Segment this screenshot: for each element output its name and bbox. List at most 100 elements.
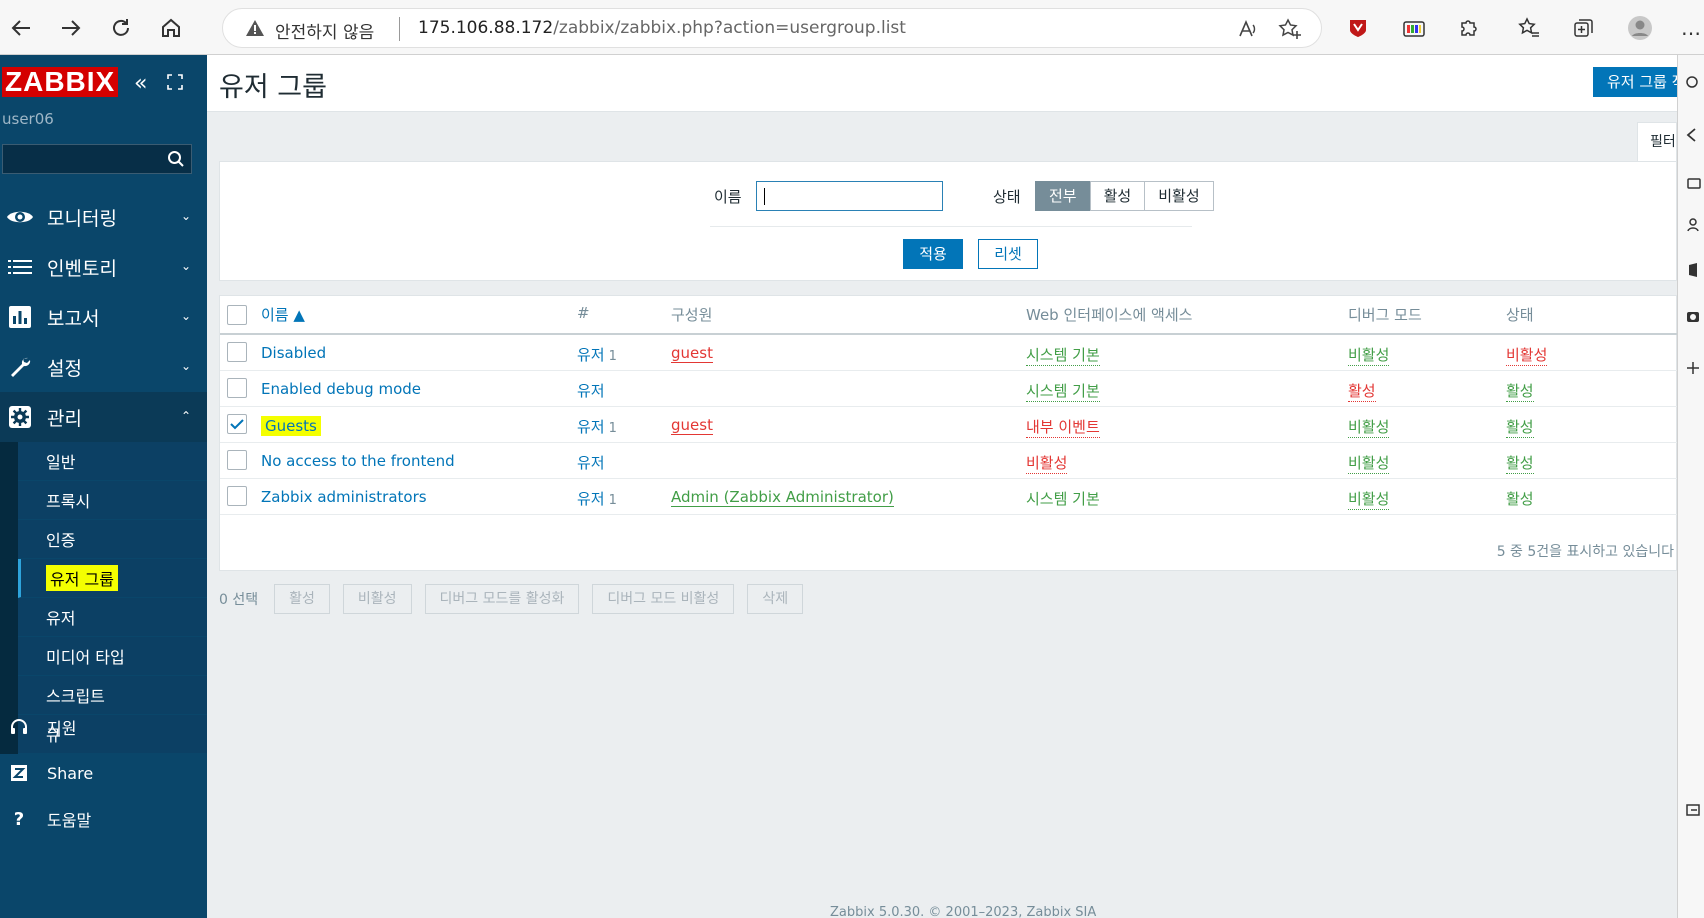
favorites-icon[interactable] [1515, 14, 1543, 42]
status-toggle[interactable]: 활성 [1506, 452, 1534, 474]
sidebar-item-administration[interactable]: 관리 ⌃ [0, 392, 207, 442]
row-checkbox[interactable] [227, 414, 247, 434]
home-icon[interactable] [153, 10, 189, 46]
list-icon [3, 258, 37, 276]
disable-button[interactable]: 비활성 [342, 584, 412, 614]
submenu-item-user-groups[interactable]: 유저 그룹 [18, 559, 207, 598]
frontend-access-toggle[interactable]: 시스템 기본 [1026, 344, 1100, 366]
frontend-access-toggle[interactable]: 비활성 [1026, 452, 1068, 474]
submenu-item-authentication[interactable]: 인증 [18, 520, 207, 559]
profile-avatar-icon[interactable] [1626, 14, 1654, 42]
tv-extension-icon[interactable] [1400, 14, 1428, 42]
search-icon[interactable] [1683, 73, 1703, 93]
row-checkbox[interactable] [227, 378, 247, 398]
zabbix-logo[interactable]: ZABBIX [2, 67, 119, 97]
sidebar-toggle-icon[interactable] [1683, 800, 1703, 820]
group-name-link[interactable]: Enabled debug mode [261, 380, 421, 398]
people-icon[interactable] [1683, 215, 1703, 235]
checkmark-icon [230, 419, 244, 430]
select-all-checkbox[interactable] [227, 305, 247, 325]
submenu-item-general[interactable]: 일반 [18, 442, 207, 481]
sidebar-item-inventory[interactable]: 인벤토리 ⌄ [0, 242, 207, 292]
users-count-link[interactable]: 유저 [577, 452, 605, 473]
filter-name-input[interactable] [756, 181, 943, 211]
kiosk-mode-icon[interactable] [166, 73, 184, 91]
address-bar[interactable]: 안전하지 않음 175.106.88.172/zabbix/zabbix.php… [222, 8, 1322, 48]
users-count-link[interactable]: 유저 1 [577, 344, 617, 365]
users-count-link[interactable]: 유저 1 [577, 488, 617, 509]
frontend-access-toggle[interactable]: 내부 이벤트 [1026, 416, 1100, 438]
read-aloud-icon[interactable] [1237, 18, 1259, 44]
status-toggle[interactable]: 활성 [1506, 488, 1534, 509]
chevron-down-icon: ⌄ [180, 209, 191, 223]
sidebar-item-configuration[interactable]: 설정 ⌄ [0, 342, 207, 392]
outlook-icon[interactable] [1683, 307, 1703, 327]
submenu-item-label: 유저 그룹 [46, 565, 118, 591]
group-name-link[interactable]: Zabbix administrators [261, 488, 427, 506]
column-header-status: 상태 [1506, 306, 1534, 324]
frontend-access-toggle[interactable]: 시스템 기본 [1026, 380, 1100, 402]
tools-icon[interactable] [1683, 173, 1703, 193]
debug-mode-toggle[interactable]: 비활성 [1348, 344, 1390, 366]
status-toggle[interactable]: 비활성 [1506, 344, 1548, 366]
delete-button[interactable]: 삭제 [747, 584, 804, 614]
users-count-link[interactable]: 유저 1 [577, 416, 617, 437]
apply-button[interactable]: 적용 [903, 239, 963, 269]
group-name-link[interactable]: Disabled [261, 344, 326, 362]
row-checkbox[interactable] [227, 342, 247, 362]
office-icon[interactable] [1683, 260, 1703, 280]
favorite-add-icon[interactable] [1278, 18, 1302, 44]
sidebar-item-share[interactable]: Share [0, 753, 207, 793]
column-header-name[interactable]: 이름 ▲ [261, 304, 305, 325]
enable-button[interactable]: 활성 [274, 584, 330, 614]
submenu-item-proxies[interactable]: 프록시 [18, 481, 207, 520]
row-checkbox[interactable] [227, 450, 247, 470]
debug-mode-toggle[interactable]: 비활성 [1348, 452, 1390, 474]
member-link[interactable]: guest [671, 344, 713, 363]
collapse-sidebar-icon[interactable]: « [134, 71, 147, 96]
status-toggle[interactable]: 활성 [1506, 380, 1534, 402]
debug-mode-toggle[interactable]: 비활성 [1348, 416, 1390, 438]
debug-mode-toggle[interactable]: 비활성 [1348, 488, 1390, 510]
sidebar-item-help[interactable]: ? 도움말 [0, 799, 207, 839]
refresh-icon[interactable] [103, 10, 139, 46]
extensions-puzzle-icon[interactable] [1455, 14, 1483, 42]
reset-button[interactable]: 리셋 [978, 239, 1038, 269]
member-link[interactable]: guest [671, 416, 713, 435]
status-toggle[interactable]: 활성 [1506, 416, 1534, 438]
column-header-members: 구성원 [671, 306, 713, 324]
collections-icon[interactable] [1570, 14, 1598, 42]
sidebar: ZABBIX « user06 모니터링 ⌄ 인벤토리 ⌄ 보고서 ⌄ 설정 ⌄ [0, 55, 207, 918]
tab-filter[interactable]: 필터 [1637, 122, 1677, 162]
group-name-link[interactable]: No access to the frontend [261, 452, 455, 470]
sidebar-item-support[interactable]: 지원 [0, 707, 207, 747]
status-option-any[interactable]: 전부 [1035, 181, 1091, 211]
users-count-link[interactable]: 유저 [577, 380, 605, 401]
sidebar-item-reports[interactable]: 보고서 ⌄ [0, 292, 207, 342]
users-count-label: 유저 [577, 346, 605, 364]
add-icon[interactable] [1683, 358, 1703, 378]
forward-icon[interactable] [53, 10, 89, 46]
frontend-access-toggle[interactable]: 시스템 기본 [1026, 488, 1100, 509]
back-icon[interactable] [3, 10, 39, 46]
row-checkbox[interactable] [227, 486, 247, 506]
sidebar-item-monitoring[interactable]: 모니터링 ⌄ [0, 192, 207, 242]
mcafee-extension-icon[interactable] [1344, 14, 1372, 42]
address-separator [399, 17, 400, 41]
shopping-tag-icon[interactable] [1683, 125, 1703, 145]
paging-info: 5 중 5건을 표시하고 있습니다 [1496, 544, 1674, 560]
search-icon[interactable] [167, 150, 185, 172]
sidebar-search-input[interactable] [2, 144, 192, 174]
debug-mode-toggle[interactable]: 활성 [1348, 380, 1376, 402]
status-option-enabled[interactable]: 활성 [1089, 181, 1146, 211]
group-name-link[interactable]: Guests [261, 416, 321, 436]
submenu-item-media-types[interactable]: 미디어 타입 [18, 637, 207, 676]
member-link[interactable]: Admin (Zabbix Administrator) [671, 488, 894, 507]
disable-debug-button[interactable]: 디버그 모드 비활성 [592, 584, 735, 614]
more-icon[interactable]: … [1678, 14, 1704, 42]
column-header-debug-mode: 디버그 모드 [1348, 306, 1422, 324]
enable-debug-button[interactable]: 디버그 모드를 활성화 [424, 584, 580, 614]
submenu-item-users[interactable]: 유저 [18, 598, 207, 637]
status-option-disabled[interactable]: 비활성 [1144, 181, 1214, 211]
create-user-group-button[interactable]: 유저 그룹 작성 [1593, 67, 1683, 97]
